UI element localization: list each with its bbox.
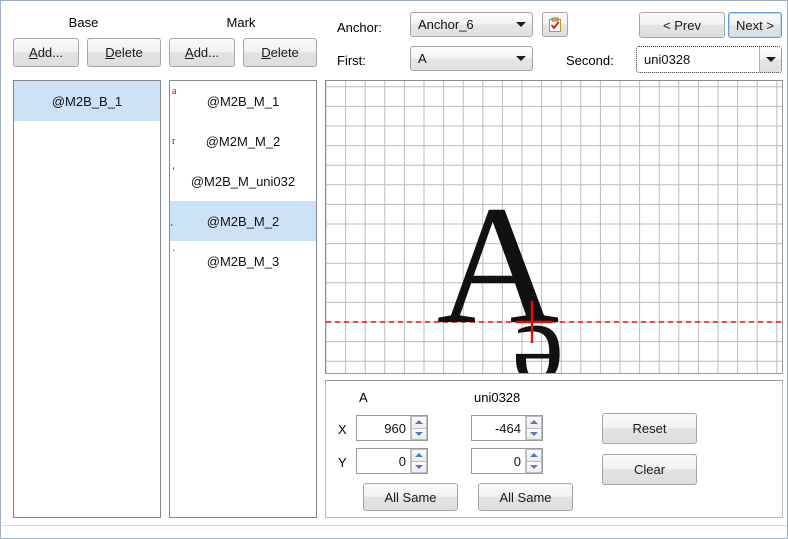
second-y-decrement[interactable] bbox=[526, 460, 542, 473]
glyph-preview-icon: ʻ bbox=[172, 166, 176, 177]
first-label: First: bbox=[337, 53, 366, 68]
list-item-label: @M2B_M_uni032 bbox=[190, 173, 296, 189]
first-y-increment[interactable] bbox=[411, 449, 427, 461]
first-y-value: 0 bbox=[398, 453, 406, 469]
first-x-value: 960 bbox=[384, 420, 406, 436]
base-panel-title: Base bbox=[68, 15, 99, 30]
second-x-decrement[interactable] bbox=[526, 427, 542, 440]
base-delete-button[interactable]: Delete bbox=[87, 38, 161, 67]
list-item[interactable]: @M2B_B_1 bbox=[14, 81, 160, 121]
second-y-spin-buttons[interactable] bbox=[525, 449, 542, 473]
anchor-select-value: Anchor_6 bbox=[418, 17, 474, 32]
mark-add-button[interactable]: Add... bbox=[169, 38, 235, 67]
list-item-label: @M2B_M_1 bbox=[206, 93, 280, 109]
first-y-decrement[interactable] bbox=[411, 460, 427, 473]
second-glyph-select-value: uni0328 bbox=[644, 52, 691, 67]
second-x-increment[interactable] bbox=[526, 416, 542, 428]
clipboard-check-icon bbox=[549, 17, 561, 32]
list-item-label: @M2B_M_2 bbox=[206, 213, 280, 229]
second-y-increment[interactable] bbox=[526, 449, 542, 461]
prev-button[interactable]: < Prev bbox=[639, 12, 725, 38]
next-button[interactable]: Next > bbox=[728, 12, 782, 38]
coords-x-label: X bbox=[338, 422, 347, 437]
mark-panel-title: Mark bbox=[226, 15, 256, 30]
base-list[interactable]: @M2B_B_1 bbox=[13, 80, 161, 518]
mark-list[interactable]: a @M2B_M_1r @M2M_M_2 ʻ @M2B_M_uni032̨@M2B_M_… bbox=[169, 80, 317, 518]
base-add-button[interactable]: Add... bbox=[13, 38, 79, 67]
list-item[interactable]: a @M2B_M_1 bbox=[170, 81, 316, 121]
first-all-same-button[interactable]: All Same bbox=[363, 483, 458, 511]
first-glyph-select[interactable]: A bbox=[410, 46, 533, 71]
list-item[interactable]: ̨@M2B_M_2 bbox=[170, 201, 316, 241]
coords-first-header: A bbox=[359, 390, 368, 405]
list-item-label: @M2B_B_1 bbox=[51, 93, 123, 109]
second-x-value: -464 bbox=[494, 420, 521, 436]
anchor-select[interactable]: Anchor_6 bbox=[410, 12, 533, 37]
reset-button[interactable]: Reset bbox=[602, 413, 697, 444]
glyph-preview-icon: r bbox=[172, 136, 176, 147]
list-item[interactable]: r @M2M_M_2 bbox=[170, 121, 316, 161]
list-item[interactable]: · @M2B_M_3 bbox=[170, 241, 316, 281]
first-y-stepper[interactable]: 0 bbox=[356, 448, 428, 474]
second-x-stepper[interactable]: -464 bbox=[471, 415, 543, 441]
glyph-canvas-svg: A ǝ bbox=[326, 81, 782, 373]
coords-second-header: uni0328 bbox=[474, 390, 521, 405]
coords-y-label: Y bbox=[338, 455, 347, 470]
first-y-spin-buttons[interactable] bbox=[410, 449, 427, 473]
mark-delete-button[interactable]: Delete bbox=[243, 38, 317, 67]
second-y-value: 0 bbox=[513, 453, 521, 469]
second-x-spin-buttons[interactable] bbox=[525, 416, 542, 440]
clear-button[interactable]: Clear bbox=[602, 454, 697, 485]
mark-glyph-ogonek: ǝ bbox=[512, 276, 564, 373]
first-glyph-select-value: A bbox=[418, 51, 427, 66]
chevron-down-icon bbox=[510, 56, 532, 61]
second-label: Second: bbox=[566, 53, 614, 68]
second-all-same-button[interactable]: All Same bbox=[478, 483, 573, 511]
list-item[interactable]: ʻ @M2B_M_uni032 bbox=[170, 161, 316, 201]
first-x-increment[interactable] bbox=[411, 416, 427, 428]
clipboard-check-button[interactable] bbox=[542, 12, 568, 37]
first-x-decrement[interactable] bbox=[411, 427, 427, 440]
list-item-label: @M2M_M_2 bbox=[205, 133, 281, 149]
anchor-editor-window: Base Add... Delete @M2B_B_1 Mark Add... … bbox=[0, 0, 788, 539]
list-item-label: @M2B_M_3 bbox=[206, 253, 280, 269]
second-y-stepper[interactable]: 0 bbox=[471, 448, 543, 474]
bottom-divider bbox=[2, 525, 787, 526]
second-glyph-select[interactable]: uni0328 bbox=[636, 46, 782, 73]
chevron-down-icon bbox=[510, 22, 532, 27]
first-x-spin-buttons[interactable] bbox=[410, 416, 427, 440]
glyph-preview-icon: a bbox=[172, 86, 177, 97]
glyph-preview-icon: · bbox=[172, 246, 176, 257]
coordinates-panel: A uni0328 X Y 960 0 -464 0 All Same All … bbox=[325, 380, 783, 518]
first-x-stepper[interactable]: 960 bbox=[356, 415, 428, 441]
chevron-down-icon bbox=[759, 47, 781, 72]
anchor-label: Anchor: bbox=[337, 20, 382, 35]
glyph-preview-canvas[interactable]: A ǝ bbox=[325, 80, 783, 374]
